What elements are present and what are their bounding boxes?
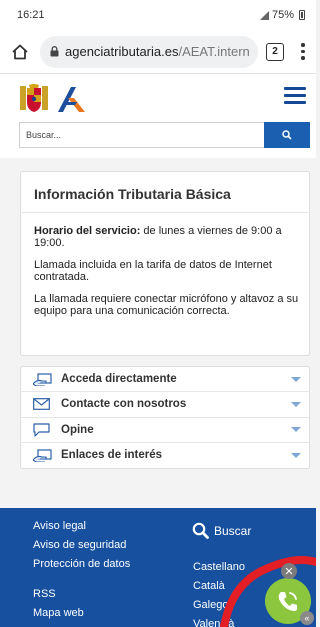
footer-link-mapa-web[interactable]: Mapa web bbox=[33, 607, 84, 619]
accordion-item-acceda-directamente[interactable]: Acceda directamente bbox=[21, 367, 309, 393]
site-search bbox=[19, 122, 310, 148]
chevron-down-icon bbox=[291, 427, 301, 433]
footer-link-rss[interactable]: RSS bbox=[33, 588, 56, 600]
card-divider bbox=[22, 212, 308, 213]
url-path: /AEAT.intern bbox=[178, 44, 250, 59]
card-title: Información Tributaria Básica bbox=[34, 186, 231, 202]
search-input[interactable] bbox=[19, 122, 264, 148]
service-hours-label: Horario del servicio: bbox=[34, 225, 141, 237]
call-included-text: Llamada incluida en la tarifa de datos d… bbox=[34, 259, 272, 283]
home-icon[interactable] bbox=[6, 38, 34, 66]
phone-icon bbox=[278, 592, 297, 611]
service-hours: Horario del servicio: de lunes a viernes… bbox=[34, 225, 299, 249]
search-icon bbox=[192, 522, 209, 539]
aeat-logo[interactable] bbox=[55, 84, 89, 119]
call-requirements-text: La llamada requiere conectar micrófono y… bbox=[34, 293, 299, 317]
spain-coat-of-arms-logo[interactable] bbox=[19, 84, 49, 119]
accordion-item-contacte[interactable]: Contacte con nosotros bbox=[21, 392, 309, 418]
info-card: Información Tributaria Básica Horario de… bbox=[20, 171, 310, 356]
accordion-item-enlaces[interactable]: Enlaces de interés bbox=[21, 443, 309, 468]
language-link-catala[interactable]: Català bbox=[193, 580, 225, 592]
speech-bubble-icon bbox=[33, 423, 55, 437]
hand-card-icon bbox=[33, 372, 55, 386]
footer-search-button[interactable]: Buscar bbox=[192, 522, 251, 539]
search-icon bbox=[282, 130, 292, 140]
envelope-icon bbox=[33, 397, 55, 411]
site-header bbox=[0, 74, 316, 158]
footer-link-aviso-seguridad[interactable]: Aviso de seguridad bbox=[33, 539, 126, 551]
browser-menu-icon[interactable] bbox=[296, 43, 310, 60]
footer-search-label: Buscar bbox=[214, 523, 252, 538]
lock-icon bbox=[50, 46, 59, 57]
tab-switcher-button[interactable]: 2 bbox=[266, 42, 284, 61]
signal-icon bbox=[259, 10, 269, 20]
search-button[interactable] bbox=[264, 122, 310, 148]
accordion-item-opine[interactable]: Opine bbox=[21, 418, 309, 443]
chevron-down-icon bbox=[291, 452, 301, 458]
chevron-down-icon bbox=[291, 401, 301, 407]
status-bar: 16:21 75% bbox=[0, 0, 316, 30]
browser-toolbar: agenciatributaria.es/AEAT.intern 2 bbox=[0, 30, 316, 74]
language-link-galego[interactable]: Galego bbox=[193, 599, 228, 611]
status-time: 16:21 bbox=[17, 9, 45, 21]
widget-collapse-icon[interactable]: « bbox=[300, 611, 314, 625]
chevron-down-icon bbox=[291, 376, 301, 382]
footer-link-aviso-legal[interactable]: Aviso legal bbox=[33, 520, 86, 532]
url-domain: agenciatributaria.es bbox=[65, 44, 179, 59]
footer-link-proteccion-datos[interactable]: Protección de datos bbox=[33, 558, 130, 570]
hamburger-menu-icon[interactable] bbox=[284, 87, 306, 104]
language-link-castellano[interactable]: Castellano bbox=[193, 561, 245, 573]
language-link-valencia[interactable]: Valencià bbox=[193, 618, 234, 627]
accordion: Acceda directamente Contacte con nosotro… bbox=[20, 366, 310, 469]
widget-close-icon[interactable]: ✕ bbox=[281, 563, 297, 579]
battery-icon bbox=[299, 10, 305, 20]
address-bar[interactable]: agenciatributaria.es/AEAT.intern bbox=[40, 35, 258, 68]
battery-percent: 75% bbox=[271, 9, 294, 21]
hand-card-icon bbox=[33, 448, 55, 462]
